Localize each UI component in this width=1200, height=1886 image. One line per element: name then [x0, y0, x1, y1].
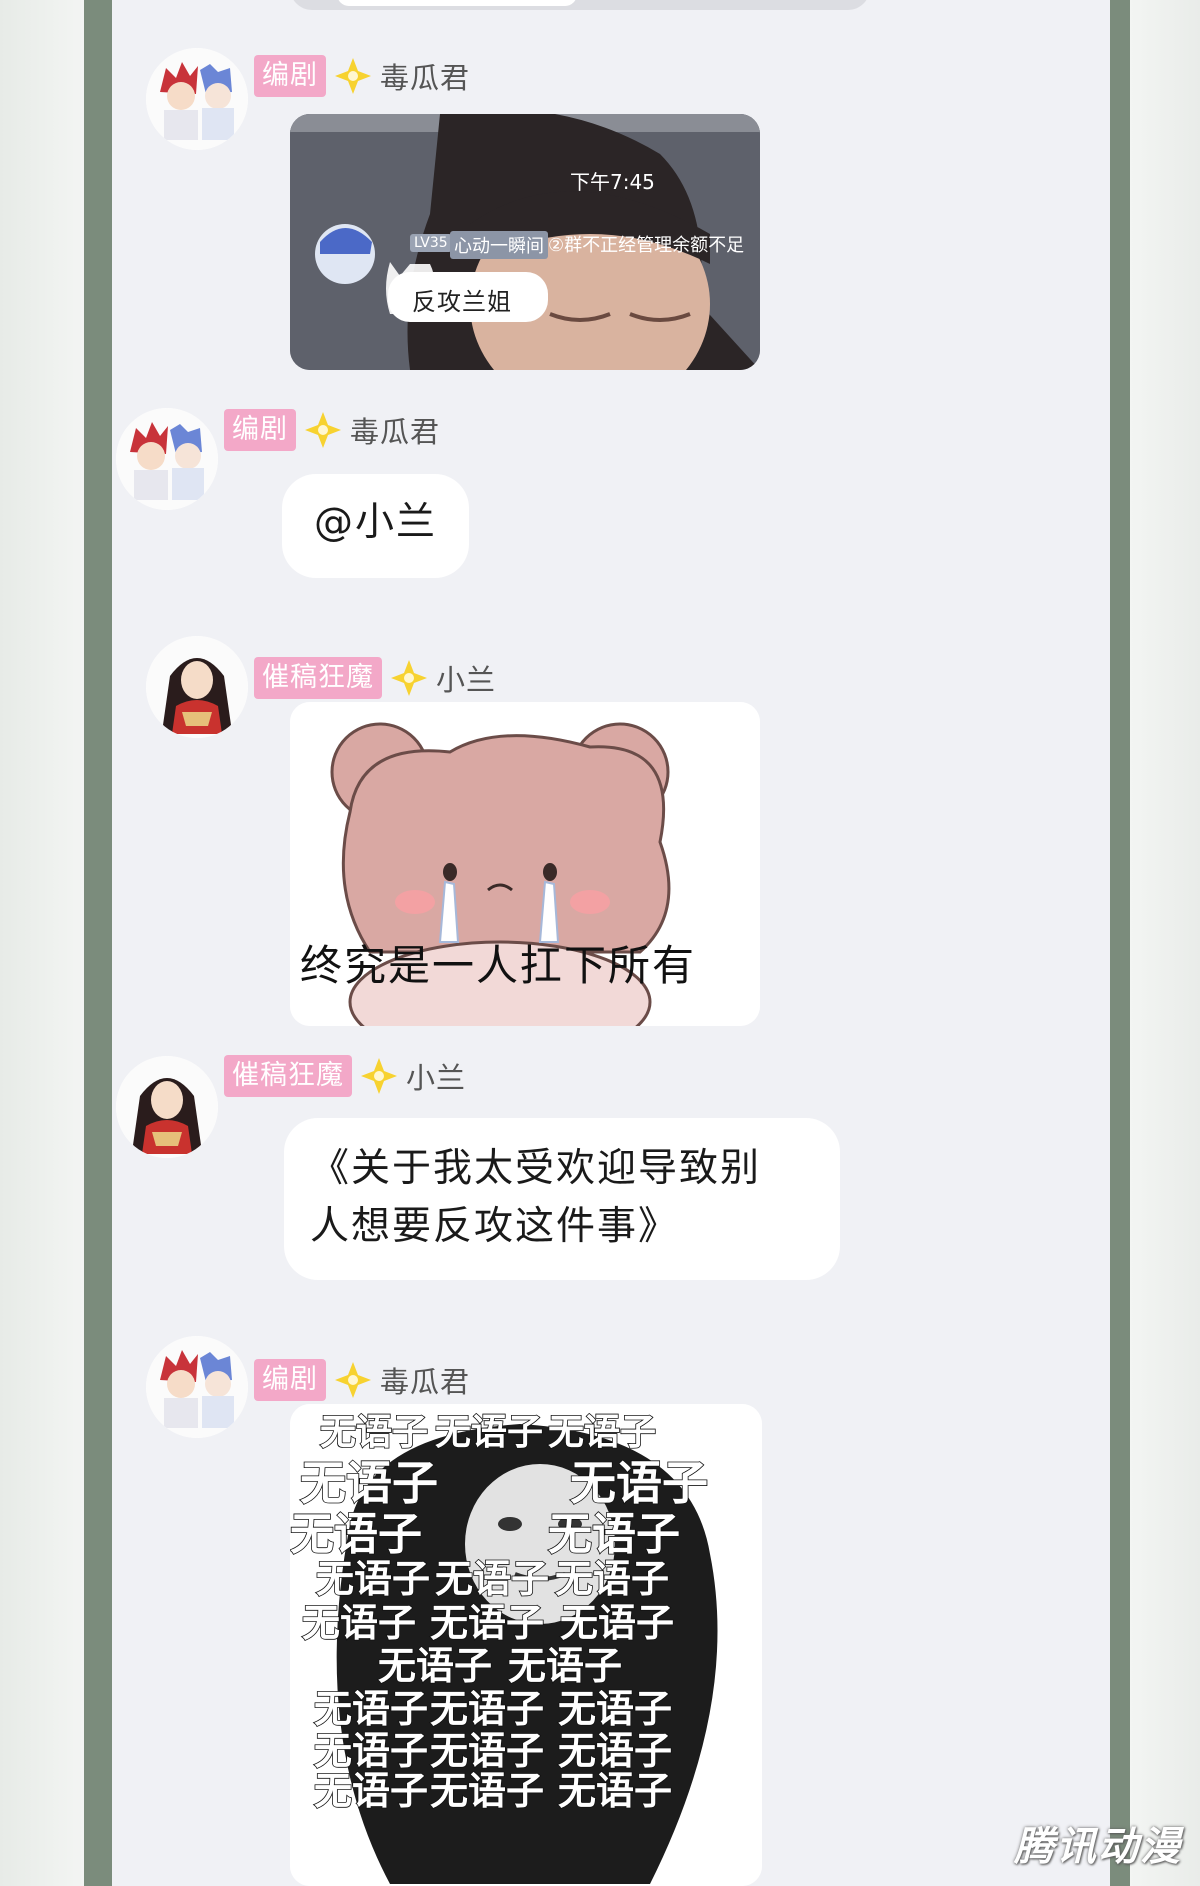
role-badge: 编剧 [224, 409, 296, 451]
text-message-bubble[interactable]: 《关于我太受欢迎导致别 人想要反攻这件事》 [284, 1118, 840, 1280]
meme-word: 无语子 [430, 1687, 544, 1731]
screenshot-nick: 心动一瞬间 [450, 231, 548, 259]
crying-bear-sticker[interactable]: 终究是一人扛下所有 [290, 702, 760, 1026]
anime-duo-avatar-icon [146, 1336, 248, 1438]
meme-word: 无语子 [548, 1509, 680, 1560]
role-badge: 编剧 [254, 1359, 326, 1401]
speechless-meme-icon: 无语子 无语子 无语子无语子 无语子无语子 无语子无语子 无语子 无语子无语子 无语子 无语子无… [290, 1404, 762, 1886]
anime-duo-avatar-icon [116, 408, 218, 510]
speechless-meme-sticker[interactable]: 无语子 无语子 无语子 无语子 无语子 无语子 无语子 无语子 无语子 无语子 无语子 无语子 无语子无… [290, 1404, 762, 1886]
girl-avatar-icon [116, 1056, 218, 1158]
meme-word: 无语子 [314, 1729, 428, 1773]
meme-word: 无语子 [290, 1509, 422, 1560]
avatar[interactable] [116, 408, 218, 510]
meme-word: 无语子 [320, 1412, 428, 1453]
anime-duo-avatar-icon [146, 48, 248, 150]
message-line: 《关于我太受欢迎导致别 [310, 1146, 762, 1191]
meme-word: 无语子 [435, 1412, 543, 1453]
meme-word: 无语子 [558, 1687, 672, 1731]
meme-word: 无语子 [378, 1644, 492, 1688]
screenshot-level: LV35 [410, 234, 452, 252]
star-icon [361, 1058, 397, 1094]
avatar[interactable] [116, 1056, 218, 1158]
chat-panel[interactable]: 编剧 毒瓜君 下午7:45 LV35 心动一瞬间 ②群不正经管理余额不足 反攻兰… [112, 0, 1110, 1886]
meme-word: 无语子 [570, 1456, 708, 1510]
sender-name: 小兰 [436, 663, 497, 697]
page-background-right [1130, 0, 1200, 1886]
sender-name: 小兰 [406, 1061, 467, 1095]
meme-word: 无语子 [430, 1729, 544, 1773]
role-badge: 催稿狂魔 [224, 1055, 352, 1097]
message-text: @小兰 [314, 500, 438, 545]
screenshot-image-message[interactable]: 下午7:45 LV35 心动一瞬间 ②群不正经管理余额不足 反攻兰姐 [290, 114, 760, 370]
sender-meta: 编剧 毒瓜君 [224, 408, 440, 452]
sender-meta: 编剧 毒瓜君 [254, 54, 470, 98]
role-badge: 催稿狂魔 [254, 657, 382, 699]
meme-word: 无语子 [314, 1769, 428, 1813]
screenshot-time: 下午7:45 [570, 170, 655, 194]
meme-word: 无语子 [508, 1644, 622, 1688]
tencent-comic-watermark: 腾讯动漫 [1014, 1824, 1182, 1870]
previous-message-inner [337, 0, 577, 6]
sender-name: 毒瓜君 [380, 61, 471, 95]
star-icon [391, 660, 427, 696]
meme-word: 无语子 [558, 1729, 672, 1773]
role-badge: 编剧 [254, 55, 326, 97]
meme-word: 无语子 [560, 1601, 674, 1645]
star-icon [305, 412, 341, 448]
star-icon [335, 1362, 371, 1398]
star-icon [335, 58, 371, 94]
sender-name: 毒瓜君 [350, 415, 441, 449]
meme-word: 无语子 [300, 1456, 438, 1510]
meme-word: 无语子 [555, 1557, 669, 1601]
meme-word: 无语子 [435, 1557, 549, 1601]
meme-word: 无语子 [316, 1557, 430, 1601]
message-line: 人想要反攻这件事》 [310, 1204, 680, 1249]
meme-word: 无语子 [430, 1769, 544, 1813]
sticker-caption: 终究是一人扛下所有 [300, 941, 697, 990]
page-background-left [0, 0, 84, 1886]
avatar[interactable] [146, 48, 248, 150]
sender-meta: 催稿狂魔 小兰 [224, 1054, 466, 1098]
sender-meta: 催稿狂魔 小兰 [254, 656, 496, 700]
meme-word: 无语子 [430, 1601, 544, 1645]
sender-name: 毒瓜君 [380, 1365, 471, 1399]
screenshot-sticker-text: 反攻兰姐 [412, 288, 512, 316]
sender-meta: 编剧 毒瓜君 [254, 1358, 470, 1402]
girl-avatar-icon [146, 636, 248, 738]
avatar[interactable] [146, 636, 248, 738]
avatar[interactable] [146, 1336, 248, 1438]
screenshot-group-text: ②群不正经管理余额不足 [548, 235, 745, 256]
meme-word: 无语子 [302, 1601, 416, 1645]
meme-word: 无语子 [548, 1412, 656, 1453]
text-message-bubble[interactable]: @小兰 [282, 474, 470, 578]
meme-word: 无语子 [314, 1687, 428, 1731]
meme-word: 无语子 [558, 1769, 672, 1813]
